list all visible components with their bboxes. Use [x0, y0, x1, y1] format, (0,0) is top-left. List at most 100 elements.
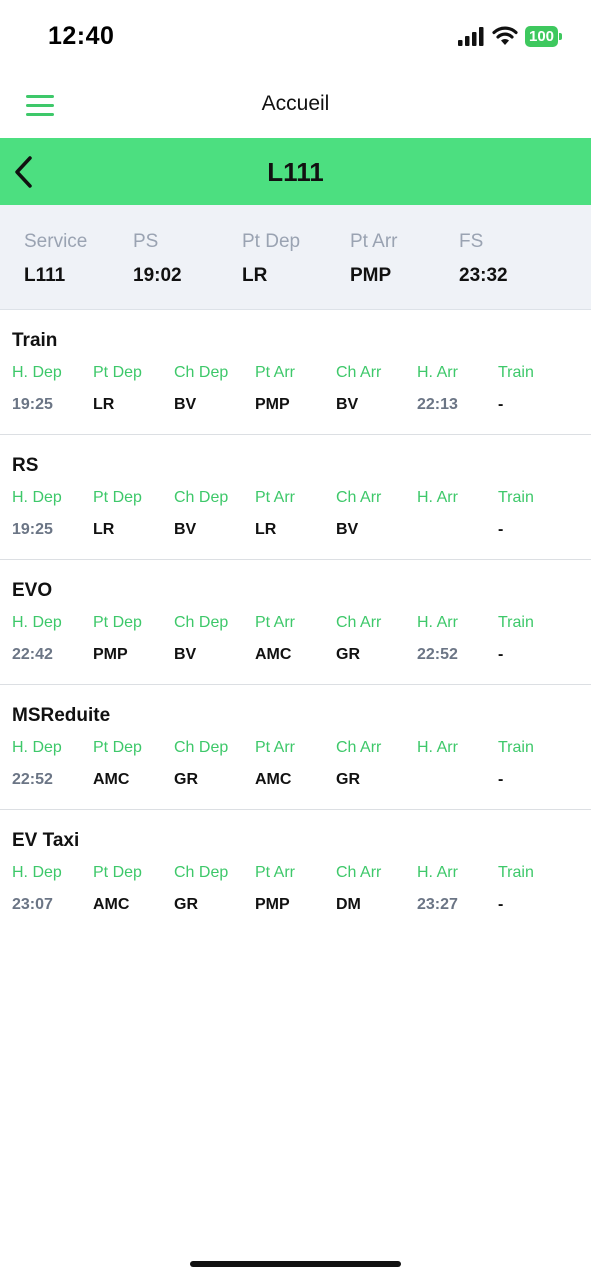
col-header-pt-arr: Pt Arr — [255, 739, 296, 756]
col-header-h-arr: H. Arr — [417, 864, 458, 881]
summary-value: PMP — [350, 265, 392, 286]
section-title: MSReduite — [12, 705, 111, 726]
cell-ch-dep: BV — [174, 396, 197, 413]
section-rs[interactable]: RS H. Dep Pt Dep Ch Dep Pt Arr Ch Arr H.… — [0, 435, 591, 560]
col-header-pt-dep: Pt Dep — [93, 489, 142, 506]
battery-level: 100 — [525, 26, 558, 47]
cell-h-dep: 22:52 — [12, 771, 53, 788]
cell-ch-dep: GR — [174, 771, 198, 788]
summary-pt-dep: Pt Dep LR — [242, 231, 300, 287]
section-train[interactable]: Train H. Dep Pt Dep Ch Dep Pt Arr Ch Arr… — [0, 310, 591, 435]
section-title: EVO — [12, 580, 53, 601]
battery-icon: 100 — [525, 26, 562, 47]
cell-pt-dep: LR — [93, 396, 115, 413]
col-header-h-dep: H. Dep — [12, 489, 62, 506]
col-header-ch-arr: Ch Arr — [336, 614, 382, 631]
col-header-ch-arr: Ch Arr — [336, 364, 382, 381]
cell-ch-dep: BV — [174, 646, 197, 663]
cell-ch-arr: BV — [336, 521, 359, 538]
summary-label: PS — [133, 231, 159, 252]
col-header-pt-arr: Pt Arr — [255, 864, 296, 881]
cell-pt-dep: PMP — [93, 646, 128, 663]
service-header: L111 — [0, 138, 591, 205]
col-header-train: Train — [498, 614, 534, 631]
cell-h-dep: 19:25 — [12, 521, 53, 538]
summary-pt-arr: Pt Arr PMP — [350, 231, 398, 287]
cell-pt-arr: LR — [255, 521, 277, 538]
summary-fs: FS 23:32 — [459, 231, 508, 287]
col-header-ch-dep: Ch Dep — [174, 864, 229, 881]
cell-h-dep: 23:07 — [12, 896, 53, 913]
col-header-pt-dep: Pt Dep — [93, 864, 142, 881]
col-header-pt-arr: Pt Arr — [255, 364, 296, 381]
col-header-h-arr: H. Arr — [417, 614, 458, 631]
home-indicator[interactable] — [190, 1261, 401, 1267]
cell-ch-arr: GR — [336, 771, 360, 788]
col-header-ch-dep: Ch Dep — [174, 614, 229, 631]
summary-label: Service — [24, 231, 88, 252]
summary-ps: PS 19:02 — [133, 231, 182, 287]
summary-value: 23:32 — [459, 265, 508, 286]
summary-service: Service L111 — [24, 231, 87, 287]
col-header-train: Train — [498, 364, 534, 381]
cell-train: - — [498, 646, 504, 663]
cell-train: - — [498, 771, 504, 788]
summary-label: FS — [459, 231, 484, 252]
col-header-h-arr: H. Arr — [417, 489, 458, 506]
status-time: 12:40 — [48, 22, 115, 50]
hamburger-menu-icon[interactable] — [26, 95, 54, 117]
cell-pt-arr: PMP — [255, 396, 290, 413]
cell-h-arr: 22:13 — [417, 396, 458, 413]
cell-pt-arr: PMP — [255, 896, 290, 913]
cell-pt-dep: AMC — [93, 771, 130, 788]
col-header-train: Train — [498, 864, 534, 881]
col-header-train: Train — [498, 489, 534, 506]
col-header-h-dep: H. Dep — [12, 364, 62, 381]
battery-nub — [559, 33, 562, 40]
col-header-ch-arr: Ch Arr — [336, 864, 382, 881]
col-header-ch-dep: Ch Dep — [174, 364, 229, 381]
section-ev-taxi[interactable]: EV Taxi H. Dep Pt Dep Ch Dep Pt Arr Ch A… — [0, 810, 591, 934]
cell-h-arr: 23:27 — [417, 896, 458, 913]
col-header-ch-dep: Ch Dep — [174, 739, 229, 756]
col-header-h-arr: H. Arr — [417, 739, 458, 756]
cell-pt-dep: AMC — [93, 896, 130, 913]
summary-value: L111 — [24, 265, 66, 286]
cell-ch-arr: DM — [336, 896, 361, 913]
section-evo[interactable]: EVO H. Dep Pt Dep Ch Dep Pt Arr Ch Arr H… — [0, 560, 591, 685]
col-header-pt-dep: Pt Dep — [93, 364, 142, 381]
nav-title: Accueil — [261, 92, 330, 115]
summary-value: LR — [242, 265, 268, 286]
cell-h-dep: 19:25 — [12, 396, 53, 413]
col-header-h-dep: H. Dep — [12, 739, 62, 756]
col-header-pt-dep: Pt Dep — [93, 739, 142, 756]
cell-train: - — [498, 521, 504, 538]
wifi-icon — [492, 26, 518, 45]
cell-ch-dep: BV — [174, 521, 197, 538]
col-header-ch-dep: Ch Dep — [174, 489, 229, 506]
col-header-ch-arr: Ch Arr — [336, 739, 382, 756]
col-header-pt-arr: Pt Arr — [255, 489, 296, 506]
col-header-train: Train — [498, 739, 534, 756]
section-msreduite[interactable]: MSReduite H. Dep Pt Dep Ch Dep Pt Arr Ch… — [0, 685, 591, 810]
cell-ch-arr: BV — [336, 396, 359, 413]
col-header-pt-arr: Pt Arr — [255, 614, 296, 631]
cell-pt-dep: LR — [93, 521, 115, 538]
col-header-pt-dep: Pt Dep — [93, 614, 142, 631]
chevron-left-icon[interactable] — [8, 152, 44, 192]
col-header-h-dep: H. Dep — [12, 614, 62, 631]
cell-pt-arr: AMC — [255, 771, 292, 788]
service-title: L111 — [267, 157, 324, 187]
summary-label: Pt Dep — [242, 231, 301, 252]
cell-train: - — [498, 396, 504, 413]
cell-h-dep: 22:42 — [12, 646, 53, 663]
summary-label: Pt Arr — [350, 231, 398, 252]
cell-train: - — [498, 896, 504, 913]
cell-pt-arr: AMC — [255, 646, 292, 663]
nav-bar: Accueil — [0, 76, 591, 138]
col-header-h-arr: H. Arr — [417, 364, 458, 381]
col-header-ch-arr: Ch Arr — [336, 489, 382, 506]
section-title: RS — [12, 455, 39, 476]
cellular-signal-icon — [458, 27, 484, 46]
section-title: EV Taxi — [12, 830, 80, 851]
